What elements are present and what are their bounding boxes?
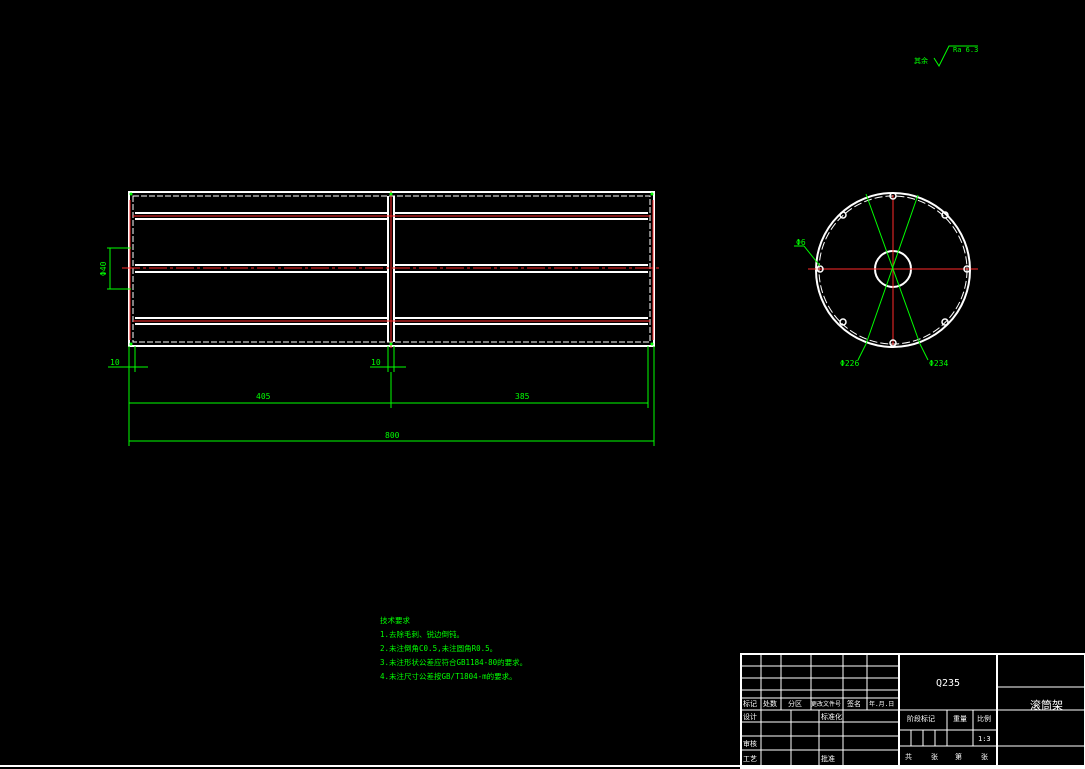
dim-right-section: 385 bbox=[515, 392, 530, 401]
cad-drawing-canvas: Φ40 10 10 405 385 800 Φ6 Φ226 Φ234 其余 Ra… bbox=[0, 45, 1085, 769]
tb-zone: 分区 bbox=[788, 699, 802, 708]
dim-outer: Φ234 bbox=[929, 359, 948, 368]
tb-scale: 比例 bbox=[977, 714, 991, 723]
surface-finish-prefix: 其余 bbox=[914, 56, 928, 65]
surface-finish-value: Ra 6.3 bbox=[953, 46, 978, 54]
tb-count: 处数 bbox=[763, 699, 777, 708]
diameter-leader-lines bbox=[794, 193, 929, 361]
tb-part-name: 滚筒架 bbox=[1030, 698, 1063, 712]
notes-item-4: 4.未注尺寸公差按GB/T1804-m的要求。 bbox=[380, 672, 517, 681]
dim-mid: 10 bbox=[371, 358, 381, 367]
dim-total: 800 bbox=[385, 431, 400, 440]
dim-left-end: 10 bbox=[110, 358, 120, 367]
tb-design: 设计 bbox=[743, 712, 757, 721]
tb-change-doc: 更改文件号 bbox=[811, 700, 841, 708]
dim-inner: Φ226 bbox=[840, 359, 859, 368]
tb-process: 工艺 bbox=[743, 755, 757, 763]
dim-height: Φ40 bbox=[99, 261, 108, 276]
tb-approve: 批准 bbox=[821, 754, 835, 763]
side-view bbox=[794, 192, 978, 361]
front-view bbox=[122, 190, 662, 348]
notes-item-3: 3.未注形状公差应符合GB1184-80的要求。 bbox=[380, 658, 528, 667]
tb-sheet2: 张 bbox=[981, 752, 988, 761]
tb-page: 第 bbox=[955, 752, 962, 761]
tb-stage-mark: 阶段标记 bbox=[907, 714, 935, 723]
tb-scale-value: 1:3 bbox=[978, 735, 991, 743]
dim-left-section: 405 bbox=[256, 392, 271, 401]
tb-mark: 标记 bbox=[743, 699, 757, 708]
tb-date: 年.月.日 bbox=[869, 700, 894, 708]
technical-notes: 技术要求 1.去除毛刺、锐边倒钝。 2.未注倒角C0.5,未注圆角R0.5。 3… bbox=[380, 614, 527, 684]
tb-signature: 签名 bbox=[847, 699, 861, 708]
tb-sheet: 张 bbox=[931, 752, 938, 761]
title-block bbox=[0, 653, 1085, 769]
tb-review: 审核 bbox=[743, 739, 757, 748]
tb-standardize: 标准化 bbox=[821, 712, 842, 721]
tb-weight: 重量 bbox=[953, 715, 967, 723]
notes-item-1: 1.去除毛刺、锐边倒钝。 bbox=[380, 630, 465, 639]
tb-material: Q235 bbox=[936, 678, 960, 689]
notes-item-2: 2.未注倒角C0.5,未注圆角R0.5。 bbox=[380, 644, 498, 653]
tb-total: 共 bbox=[905, 752, 912, 761]
notes-title: 技术要求 bbox=[380, 616, 410, 625]
dim-hole: Φ6 bbox=[796, 238, 806, 247]
